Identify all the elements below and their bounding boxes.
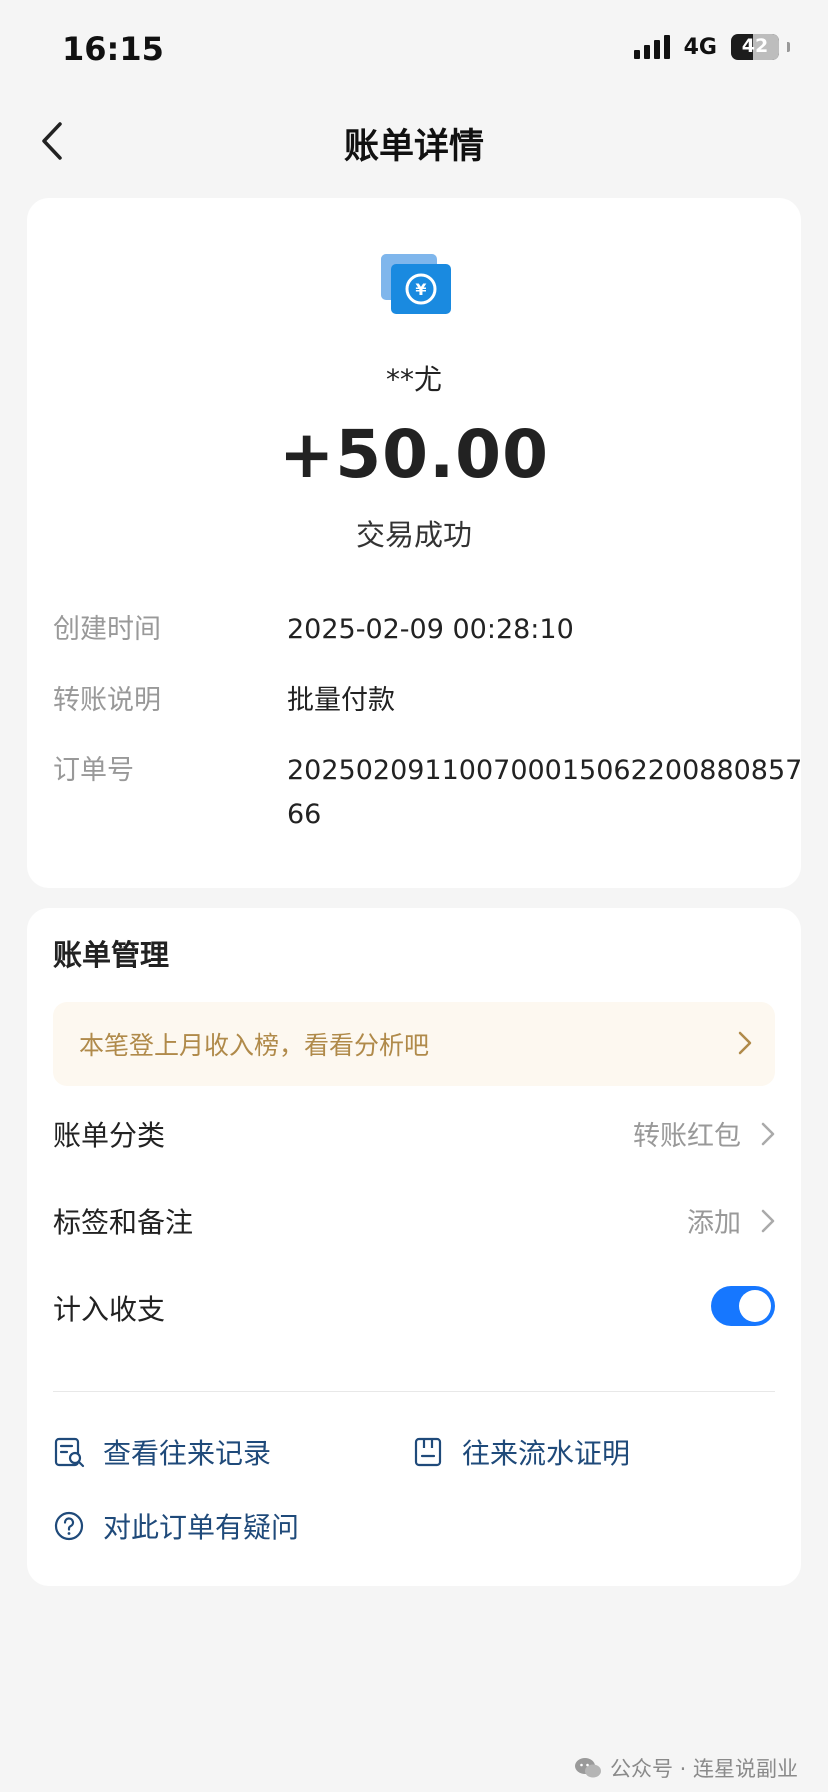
- bill-category-row[interactable]: 账单分类 转账红包: [53, 1104, 775, 1164]
- chevron-right-icon: [761, 1209, 775, 1233]
- created-time-label: 创建时间: [53, 614, 161, 645]
- section-title: 账单管理: [53, 938, 170, 972]
- transaction-status: 交易成功: [355, 518, 472, 552]
- order-number-label: 订单号: [53, 755, 134, 786]
- banner-text: 本笔登上月收入榜，看看分析吧: [79, 1031, 430, 1060]
- transfer-note-value: 批量付款: [287, 685, 395, 716]
- transaction-proof-label: 往来流水证明: [462, 1437, 631, 1470]
- transaction-proof-link[interactable]: 往来流水证明: [412, 1432, 630, 1472]
- bill-management-card: 账单管理 本笔登上月收入榜，看看分析吧 账单分类 转账红包 标签和备注 添加 计…: [27, 908, 801, 1586]
- status-indicators: 4G 42: [633, 34, 790, 60]
- tags-notes-value: 添加: [687, 1208, 741, 1239]
- wechat-icon: [574, 1758, 601, 1778]
- transfer-note-label: 转账说明: [53, 685, 161, 716]
- order-question-label: 对此订单有疑问: [103, 1511, 300, 1544]
- view-records-link[interactable]: 查看往来记录: [53, 1432, 271, 1472]
- bill-detail-page: 16:15 4G 42 账单详情 ¥ **尤 +50.00 交易成功 创建时间 …: [0, 0, 828, 1792]
- include-in-budget-label: 计入收支: [53, 1293, 166, 1326]
- battery-icon: 42: [731, 34, 779, 60]
- page-title: 账单详情: [343, 127, 484, 167]
- network-type: 4G: [683, 34, 717, 60]
- status-bar: 16:15 4G 42: [0, 0, 828, 100]
- toggle-knob: [739, 1290, 771, 1322]
- bill-category-value: 转账红包: [633, 1121, 741, 1152]
- watermark: 公众号 · 连星说副业: [574, 1753, 798, 1783]
- chevron-right-icon: [738, 1031, 752, 1055]
- created-time-value: 2025-02-09 00:28:10: [287, 614, 574, 645]
- chevron-right-icon: [761, 1122, 775, 1146]
- include-in-budget-row: 计入收支: [53, 1278, 775, 1338]
- include-in-budget-toggle[interactable]: [711, 1286, 775, 1326]
- status-time: 16:15: [62, 30, 164, 68]
- divider: [53, 1391, 775, 1392]
- transfer-money-icon: ¥: [381, 254, 451, 314]
- svg-text:¥: ¥: [415, 280, 426, 299]
- income-ranking-banner[interactable]: 本笔登上月收入榜，看看分析吧: [53, 1002, 775, 1086]
- watermark-text: 公众号 · 连星说副业: [609, 1757, 798, 1781]
- order-number-value[interactable]: 20250209110070001506220088085766: [287, 749, 807, 837]
- transaction-card: ¥ **尤 +50.00 交易成功 创建时间 2025-02-09 00:28:…: [27, 198, 802, 888]
- tags-notes-label: 标签和备注: [53, 1206, 194, 1239]
- tags-notes-row[interactable]: 标签和备注 添加: [53, 1191, 775, 1251]
- battery-cap: [787, 42, 790, 52]
- record-search-icon: [54, 1437, 85, 1468]
- order-question-link[interactable]: 对此订单有疑问: [53, 1506, 299, 1546]
- payer-name: **尤: [385, 363, 442, 396]
- view-records-label: 查看往来记录: [103, 1437, 272, 1470]
- amount: +50.00: [278, 416, 550, 493]
- battery-level: 42: [741, 35, 769, 57]
- document-icon: [414, 1437, 442, 1467]
- nav-bar: 账单详情: [0, 100, 828, 180]
- signal-icon: [633, 35, 670, 59]
- bill-category-label: 账单分类: [53, 1119, 166, 1152]
- question-icon: [54, 1511, 84, 1541]
